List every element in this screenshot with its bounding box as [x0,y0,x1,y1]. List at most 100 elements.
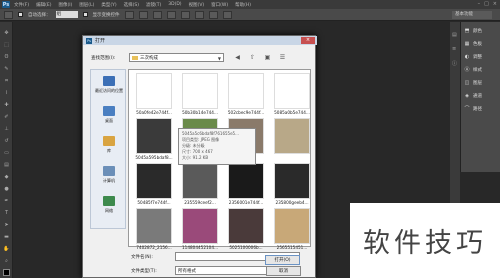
place-label: 计算机 [103,178,115,183]
properties-panel-icon[interactable]: ≡ [452,46,458,52]
file-item[interactable]: 50a0fe42e744f... [135,73,173,115]
zoom-tool-icon[interactable]: ⌕ [3,258,10,265]
align-top-button[interactable] [124,10,134,19]
look-in-label: 查找范围(I): [91,56,116,61]
file-thumbnail [274,73,310,109]
eraser-tool-icon[interactable]: ▭ [3,150,10,157]
menu-select[interactable]: 选择(S) [124,2,139,8]
dodge-tool-icon[interactable]: ● [3,186,10,193]
file-name: 5045a595bdaf8... [135,155,173,160]
minimize-icon[interactable]: – [478,1,481,7]
panel-color[interactable]: ⬒ 颜色 [461,26,500,35]
stamp-tool-icon[interactable]: ⊥ [3,126,10,133]
history-brush-tool-icon[interactable]: ↺ [3,138,10,145]
channels-panel-icon: ◈ [465,92,469,99]
menu-edit[interactable]: 编辑(E) [36,2,51,8]
3d-mode-button[interactable] [222,10,232,19]
up-folder-icon[interactable]: ⇧ [248,53,257,62]
file-item[interactable] [273,118,311,160]
paths-panel-icon: ⌒ [464,105,470,112]
align-middle-button[interactable] [138,10,148,19]
file-item[interactable]: 235800geeb4... [273,163,311,205]
eyedropper-tool-icon[interactable]: ⌇ [3,90,10,97]
quick-select-tool-icon[interactable]: ✎ [3,66,10,73]
open-button[interactable]: 打开(O) [265,255,300,265]
align-right-button[interactable] [194,10,204,19]
layers-panel-icon: ◫ [464,79,470,86]
place-recent[interactable]: 最近访问的位置 [91,76,127,94]
distribute-button[interactable] [208,10,218,19]
workspace-switcher[interactable]: 基本功能 [452,11,492,19]
align-left-button[interactable] [166,10,176,19]
menu-image[interactable]: 图像(I) [58,2,72,8]
new-folder-icon[interactable]: ▣ [263,53,272,62]
panel-styles[interactable]: Ⓐ 样式 [461,65,500,74]
maximize-icon[interactable]: □ [484,1,489,7]
hand-tool-icon[interactable]: ✋ [3,246,10,253]
file-item[interactable]: 235559ceef2... [181,163,219,205]
file-item[interactable]: 50485f7e744f... [135,163,173,205]
place-libraries[interactable]: 库 [91,136,127,154]
info-panel-icon[interactable]: ⓘ [452,60,458,67]
panel-channels[interactable]: ◈ 通道 [461,91,500,100]
menu-layer[interactable]: 图层(L) [79,2,94,8]
file-item[interactable]: 2565515451... [273,208,311,250]
look-in-dropdown[interactable]: 三次构成 ▼ [129,53,224,62]
file-item[interactable]: 7402872_2156... [135,208,173,250]
history-panel-icon[interactable]: ▤ [452,32,458,38]
file-item[interactable]: 114804452104... [181,208,219,250]
back-icon[interactable]: ◀ [233,53,242,62]
file-thumbnail [136,73,172,109]
align-bottom-button[interactable] [152,10,162,19]
file-item[interactable]: 502cbec9e744f... [227,73,265,115]
menu-window[interactable]: 窗口(W) [211,2,228,8]
show-transform-checkbox[interactable] [82,12,88,17]
move-tool-icon[interactable]: ✥ [3,30,10,37]
crop-tool-icon[interactable]: ⌗ [3,78,10,85]
cancel-button[interactable]: 取消 [266,266,301,276]
file-item[interactable]: 5025100006b... [227,208,265,250]
panel-paths[interactable]: ⌒ 路径 [461,104,500,113]
menu-help[interactable]: 帮助(H) [235,2,251,8]
place-computer[interactable]: 计算机 [91,166,127,184]
auto-select-checkbox[interactable] [18,12,23,17]
place-label: 桌面 [105,118,113,123]
menu-file[interactable]: 文件(F) [14,2,29,8]
shape-tool-icon[interactable]: ▬ [3,234,10,241]
photoshop-small-icon: Ps [86,37,92,44]
file-item[interactable]: 50b30b14e744... [181,73,219,115]
panel-adjustments[interactable]: ◐ 调整 [461,52,500,61]
dialog-title: 打开 [95,38,106,44]
close-icon[interactable]: × [493,1,497,7]
place-network[interactable]: 网络 [91,196,127,214]
file-item[interactable]: 2356001e744f... [227,163,265,205]
file-info-tooltip: 5045a5c6bdaf8f761655e5... 项目类型: JPEG 图像 … [178,128,256,165]
view-menu-icon[interactable]: ☰ [278,53,287,62]
menu-filter[interactable]: 滤镜(T) [146,2,161,8]
file-thumbnail [136,163,172,199]
brush-tool-icon[interactable]: ✐ [3,114,10,121]
menu-type[interactable]: 类型(Y) [101,2,116,8]
foreground-color-swatch[interactable] [3,269,10,276]
file-item[interactable]: 5085a0b5e744... [273,73,311,115]
type-tool-icon[interactable]: T [3,210,10,217]
dialog-close-button[interactable]: × [301,37,315,44]
menu-view[interactable]: 视图(V) [189,2,205,8]
file-item[interactable]: 5045a595bdaf8... [135,118,173,160]
move-tool-preset[interactable] [4,10,13,19]
place-desktop[interactable]: 桌面 [91,106,127,124]
align-center-button[interactable] [180,10,190,19]
marquee-tool-icon[interactable]: ⬚ [3,42,10,49]
watermark-text: 软件技巧 [363,228,487,259]
panel-swatches[interactable]: ▦ 色板 [461,39,500,48]
path-select-tool-icon[interactable]: ➤ [3,222,10,229]
gradient-tool-icon[interactable]: ▤ [3,162,10,169]
lasso-tool-icon[interactable]: ʘ [3,54,10,61]
healing-tool-icon[interactable]: ✚ [3,102,10,109]
menu-3d[interactable]: 3D(D) [168,2,181,7]
blur-tool-icon[interactable]: ◆ [3,174,10,181]
auto-select-dropdown[interactable]: 组 [55,11,78,18]
panel-layers[interactable]: ◫ 图层 [461,78,500,87]
file-thumbnail [136,208,172,244]
pen-tool-icon[interactable]: ✒ [3,198,10,205]
